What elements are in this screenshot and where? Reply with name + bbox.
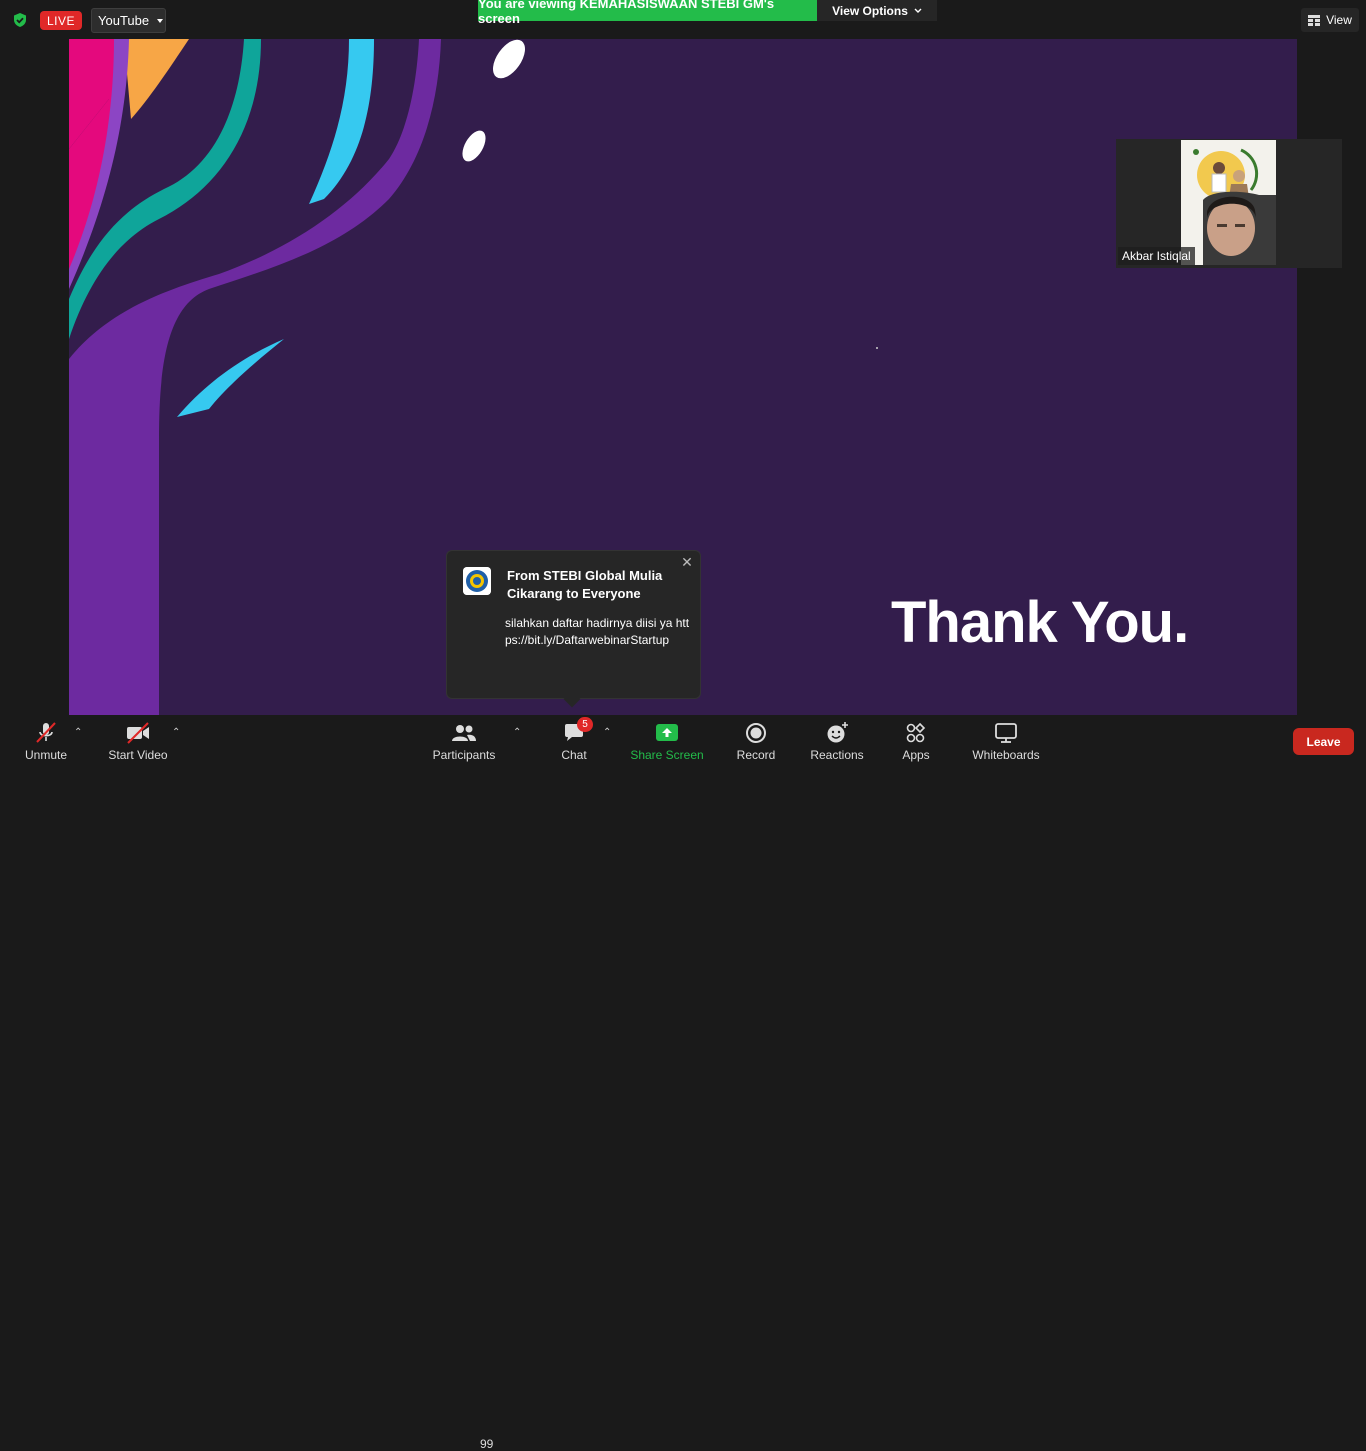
audio-options-caret-icon[interactable]: ⌃ <box>74 727 82 738</box>
video-off-icon <box>127 722 149 744</box>
video-options-caret-icon[interactable]: ⌃ <box>172 727 180 738</box>
share-screen-button[interactable]: Share Screen <box>630 720 704 766</box>
shield-check-icon[interactable] <box>12 12 28 28</box>
video-feed-image <box>1181 140 1276 265</box>
share-screen-label: Share Screen <box>630 748 704 762</box>
view-button-label: View <box>1326 13 1352 27</box>
share-screen-icon <box>656 724 678 741</box>
slide-title: Thank You. <box>891 590 1189 655</box>
whiteboard-icon <box>995 723 1017 743</box>
chat-message: silahkan daftar hadirnya diisi ya https:… <box>505 616 690 647</box>
apps-button[interactable]: Apps <box>900 720 932 766</box>
record-icon <box>746 723 766 743</box>
participants-options-caret-icon[interactable]: ⌃ <box>513 727 521 738</box>
chevron-down-icon <box>914 8 922 13</box>
stebi-logo-icon <box>463 567 491 595</box>
smiley-plus-icon <box>827 722 848 743</box>
participants-icon <box>452 725 476 741</box>
view-options-button[interactable]: View Options <box>817 0 937 21</box>
participants-button[interactable]: Participants <box>432 720 496 766</box>
close-icon[interactable]: ✕ <box>680 555 694 569</box>
participants-label: Participants <box>432 748 496 762</box>
start-video-label: Start Video <box>108 748 168 762</box>
unmute-button[interactable]: Unmute <box>22 720 70 766</box>
grid-icon <box>1308 14 1321 26</box>
apps-icon <box>906 722 926 743</box>
meeting-toolbar: Unmute ⌃ Start Video ⌃ Participants 99 ⌃ <box>0 715 1366 1451</box>
live-badge[interactable]: LIVE <box>40 11 82 30</box>
view-button[interactable]: View <box>1301 8 1359 32</box>
chat-unread-badge: 5 <box>577 717 593 732</box>
participant-count: 99 <box>480 1437 494 1451</box>
record-button[interactable]: Record <box>736 720 776 766</box>
unmute-label: Unmute <box>24 748 68 762</box>
whiteboards-label: Whiteboards <box>972 748 1040 762</box>
chat-notification[interactable]: From STEBI Global Mulia Cikarang to Ever… <box>446 550 701 708</box>
whiteboards-button[interactable]: Whiteboards <box>970 720 1042 766</box>
start-video-button[interactable]: Start Video <box>106 720 170 766</box>
chat-label: Chat <box>561 748 587 762</box>
caret-down-icon <box>157 18 164 23</box>
apps-label: Apps <box>902 748 930 762</box>
record-label: Record <box>736 748 776 762</box>
chat-options-caret-icon[interactable]: ⌃ <box>603 727 611 738</box>
participant-video-frame <box>1181 140 1276 265</box>
muted-microphone-icon <box>36 722 56 743</box>
view-options-label: View Options <box>832 3 908 18</box>
reactions-button[interactable]: Reactions <box>810 720 864 766</box>
participant-name: Akbar Istiqlal <box>1118 247 1195 265</box>
viewing-banner: You are viewing KEMAHASISWAAN STEBI GM's… <box>478 0 817 26</box>
chat-sender: From STEBI Global Mulia Cikarang to Ever… <box>507 568 663 601</box>
stream-target-dropdown[interactable]: YouTube <box>91 8 166 33</box>
stream-target-label: YouTube <box>98 13 150 28</box>
top-bar: LIVE YouTube You are viewing KEMAHASISWA… <box>0 0 1366 39</box>
reactions-label: Reactions <box>810 748 864 762</box>
leave-button[interactable]: Leave <box>1293 728 1354 755</box>
participant-video-tile[interactable]: Akbar Istiqlal <box>1116 139 1342 268</box>
